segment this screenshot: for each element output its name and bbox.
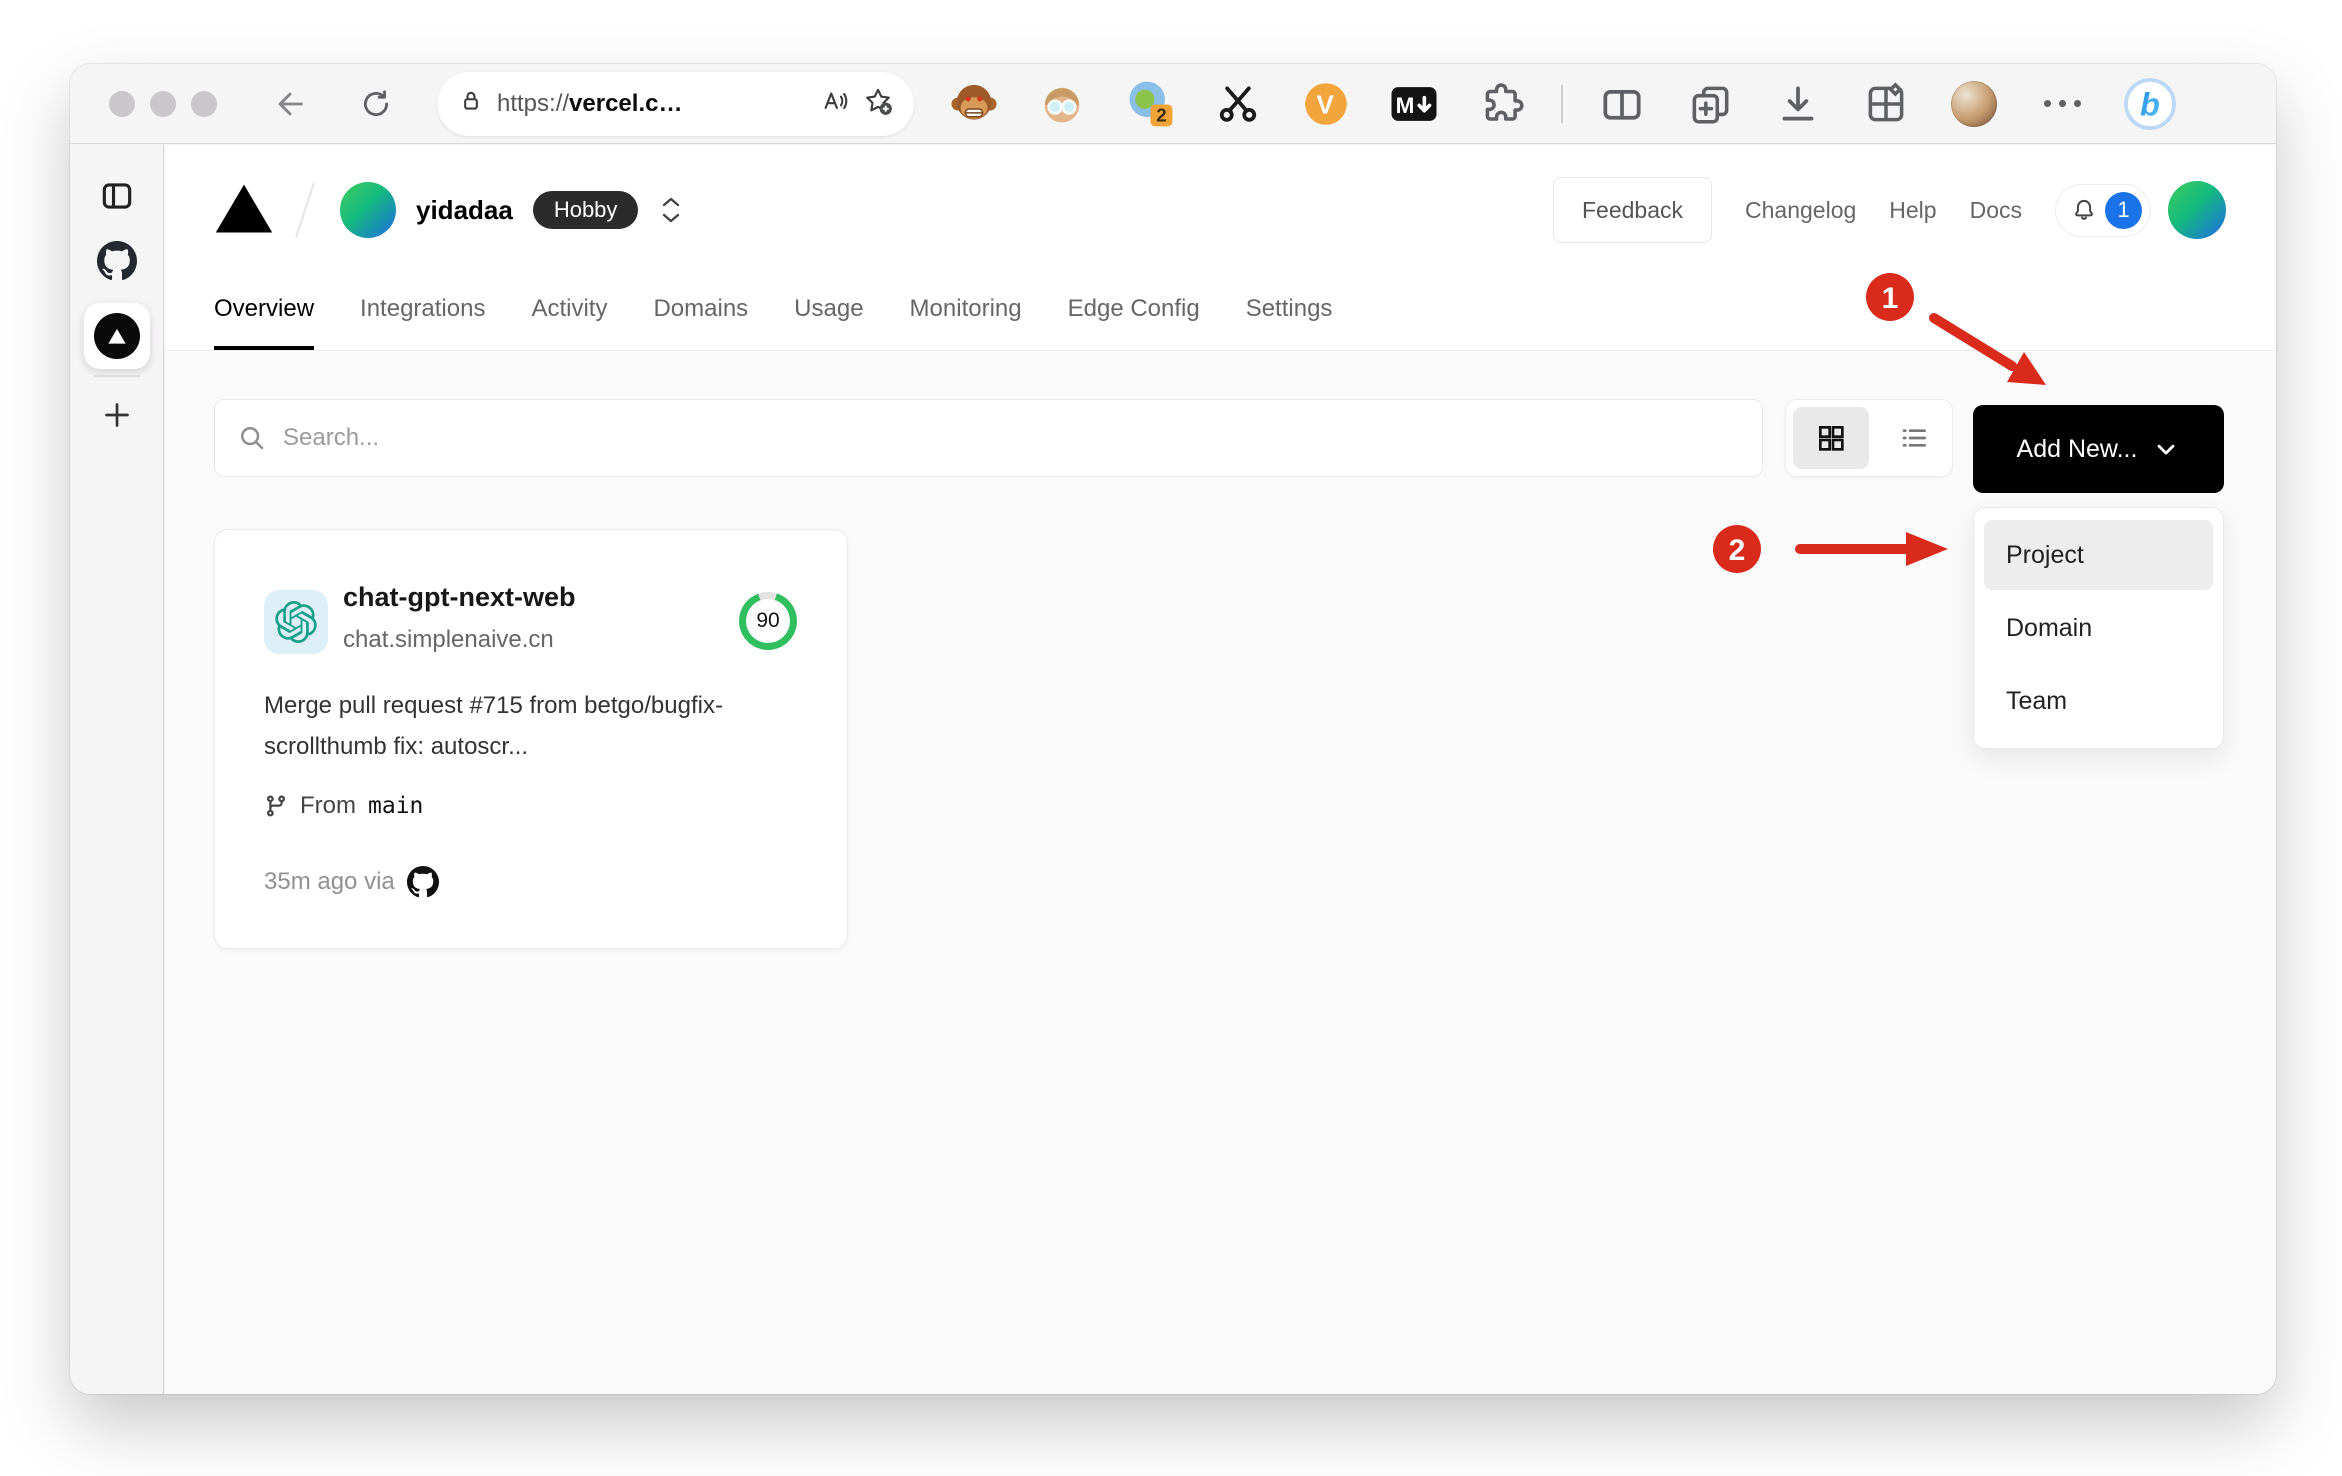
deployment-meta: 35m ago via — [264, 866, 439, 898]
scope-selector: yidadaa Hobby — [214, 145, 682, 275]
persona-extension-icon[interactable] — [1033, 75, 1091, 133]
project-search[interactable] — [214, 399, 1763, 477]
user-avatar[interactable] — [2168, 181, 2226, 239]
tab-overview[interactable]: Overview — [214, 295, 315, 350]
vercel-app-icon — [93, 313, 140, 359]
add-new-label: Add New... — [2016, 434, 2138, 463]
extensions-puzzle-icon[interactable] — [1473, 75, 1531, 133]
add-new-button[interactable]: Add New... — [1973, 405, 2224, 493]
grid-view-icon — [1819, 426, 1844, 451]
monkey-extension-icon[interactable] — [945, 75, 1003, 133]
vercel-logo-icon[interactable] — [214, 181, 274, 240]
downloads-icon[interactable] — [1769, 75, 1827, 133]
tab-activity[interactable]: Activity — [531, 295, 607, 350]
traffic-lights — [109, 90, 217, 117]
scope-switcher-icon[interactable] — [660, 196, 682, 224]
dropdown-item-project[interactable]: Project — [1984, 520, 2213, 590]
from-label: From — [300, 792, 356, 819]
close-window-button[interactable] — [109, 90, 135, 117]
collections-icon[interactable] — [1681, 75, 1739, 133]
markdown-extension-icon[interactable]: M — [1385, 75, 1443, 133]
notification-count-badge: 1 — [2105, 191, 2142, 229]
copilot-label: b — [2140, 85, 2160, 122]
toolbar-divider — [1561, 84, 1563, 123]
project-logo-tile — [264, 590, 328, 654]
tab-integrations[interactable]: Integrations — [360, 295, 485, 350]
dashboard-header: yidadaa Hobby Feedback Changelog Help Do… — [165, 145, 2276, 351]
extensions-row: 2 V M b — [945, 75, 2179, 133]
search-icon — [240, 426, 264, 450]
git-branch-icon — [266, 795, 285, 817]
dashboard-tabs: Overview Integrations Activity Domains U… — [214, 295, 1332, 350]
changelog-link[interactable]: Changelog — [1745, 197, 1856, 224]
github-icon — [406, 866, 439, 898]
profile-avatar[interactable] — [1945, 75, 2003, 133]
dropdown-item-domain[interactable]: Domain — [1984, 593, 2213, 663]
search-input[interactable] — [283, 424, 1740, 452]
tab-monitoring[interactable]: Monitoring — [910, 295, 1022, 350]
list-view-button[interactable] — [1876, 400, 1952, 476]
tab-settings[interactable]: Settings — [1246, 295, 1333, 350]
browser-window: https://vercel.c… 2 V M b yidadaa Hobby … — [70, 64, 2276, 1394]
plan-badge: Hobby — [532, 191, 639, 229]
markdown-label: M — [1396, 93, 1415, 118]
deployment-time: 35m ago via — [264, 868, 395, 895]
vercel-sidebar-tab-active[interactable] — [83, 303, 150, 369]
v-extension-icon[interactable]: V — [1297, 75, 1355, 133]
breadcrumb-slash — [295, 182, 315, 238]
badge-extension-icon[interactable]: 2 — [1121, 75, 1179, 133]
add-new-dropdown: Project Domain Team — [1973, 507, 2224, 749]
header-actions: Feedback Changelog Help Docs 1 — [1553, 145, 2226, 275]
docs-link[interactable]: Docs — [1970, 197, 2022, 224]
sidebar-add-icon[interactable] — [99, 397, 135, 433]
sidebar-panel-toggle-icon[interactable] — [98, 177, 136, 215]
url-text: https://vercel.c… — [497, 89, 683, 117]
grid-view-button[interactable] — [1793, 407, 1869, 469]
tab-edge-config[interactable]: Edge Config — [1068, 295, 1200, 350]
split-screen-icon[interactable] — [1593, 75, 1651, 133]
scissors-extension-icon[interactable] — [1209, 75, 1267, 133]
reload-button[interactable] — [359, 87, 393, 121]
team-avatar[interactable] — [340, 182, 396, 238]
github-sidebar-icon[interactable] — [96, 241, 137, 281]
read-aloud-icon[interactable] — [820, 86, 850, 121]
sidebar-divider — [93, 375, 140, 377]
project-domain[interactable]: chat.simplenaive.cn — [343, 626, 554, 654]
score-ring[interactable]: 90 — [739, 592, 797, 650]
cat-photo — [1951, 80, 1997, 127]
feedback-button[interactable]: Feedback — [1553, 177, 1713, 243]
tab-domains[interactable]: Domains — [653, 295, 748, 350]
browser-sidebar — [70, 145, 164, 1394]
project-name[interactable]: chat-gpt-next-web — [343, 582, 576, 613]
commit-message: Merge pull request #715 from betgo/bugfi… — [264, 692, 723, 760]
zoom-window-button[interactable] — [191, 90, 217, 117]
workspaces-grid-icon[interactable] — [1857, 75, 1915, 133]
tab-usage[interactable]: Usage — [794, 295, 863, 350]
copilot-icon[interactable]: b — [2121, 75, 2179, 133]
browser-toolbar: https://vercel.c… 2 V M b — [70, 64, 2276, 144]
vercel-dashboard: yidadaa Hobby Feedback Changelog Help Do… — [165, 145, 2276, 1394]
lock-icon — [457, 87, 485, 120]
list-view-icon — [1902, 429, 1926, 447]
address-bar[interactable]: https://vercel.c… — [437, 71, 914, 136]
help-link[interactable]: Help — [1889, 197, 1936, 224]
more-menu-icon[interactable] — [2033, 75, 2091, 133]
branch-row: From main — [264, 792, 423, 820]
dropdown-item-team[interactable]: Team — [1984, 666, 2213, 736]
minimize-window-button[interactable] — [150, 90, 176, 117]
extension-badge-count: 2 — [1156, 104, 1166, 125]
score-value: 90 — [746, 599, 790, 643]
chevron-down-icon — [2158, 444, 2175, 455]
overview-content: Add New... Project Domain Team chat-gpt-… — [165, 352, 2276, 1394]
back-button[interactable] — [273, 87, 307, 121]
bell-icon — [2075, 199, 2093, 220]
v-extension-label: V — [1316, 89, 1334, 119]
view-toggle — [1785, 399, 1953, 477]
openai-logo-icon — [275, 601, 317, 643]
branch-name: main — [368, 793, 424, 819]
team-name: yidadaa — [416, 194, 513, 225]
add-favorite-icon[interactable] — [862, 85, 894, 122]
notifications-button[interactable]: 1 — [2055, 183, 2151, 237]
project-card[interactable]: chat-gpt-next-web chat.simplenaive.cn 90… — [214, 529, 848, 949]
